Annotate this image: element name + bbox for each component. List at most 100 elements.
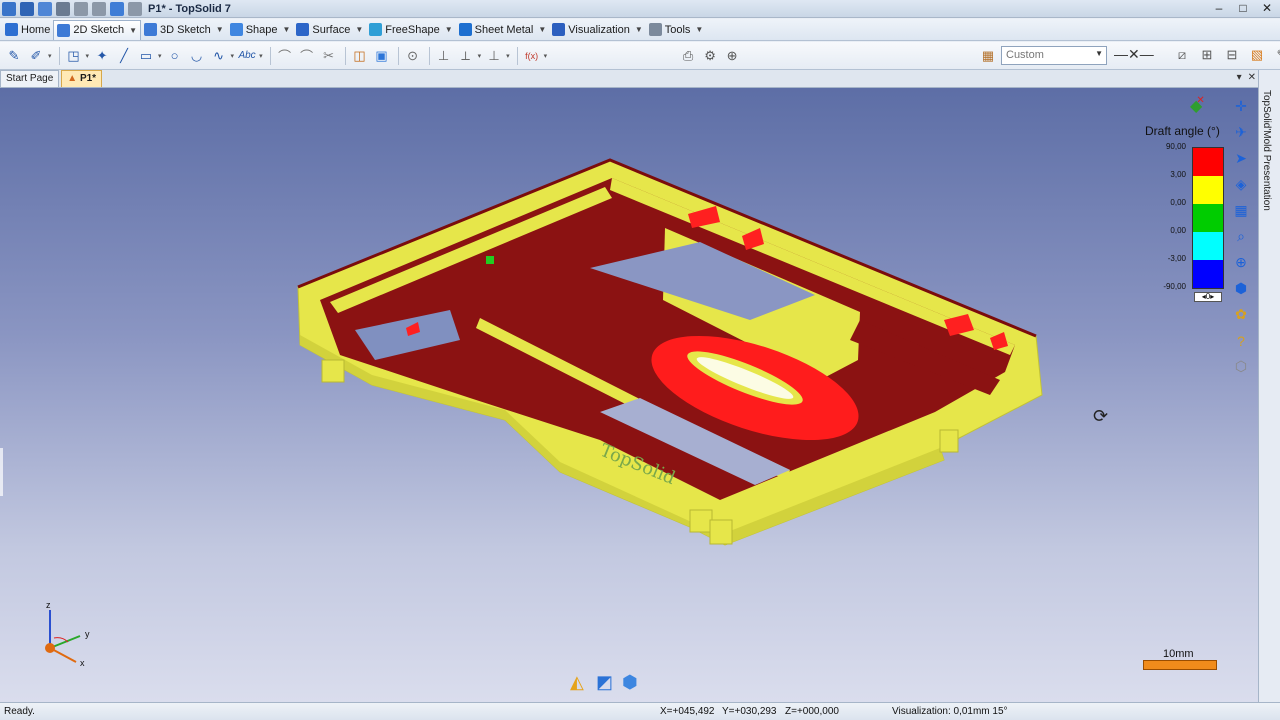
chevron-down-icon[interactable]: ▼: [695, 25, 703, 34]
pencil-icon[interactable]: ✎: [4, 46, 24, 66]
legend-color-band: [1193, 260, 1223, 288]
chevron-down-icon[interactable]: ▼: [538, 25, 546, 34]
tab-sheet-metal[interactable]: Sheet Metal ▼: [456, 20, 550, 40]
paint-icon[interactable]: ▧: [1247, 45, 1267, 65]
legend-value: 0,00: [1170, 198, 1186, 207]
edit-icon[interactable]: [110, 1, 124, 16]
offset-icon[interactable]: ◫: [350, 46, 370, 66]
measure-icon[interactable]: ⊙: [403, 46, 423, 66]
part-icon: ▲: [67, 73, 78, 84]
redo-icon[interactable]: [92, 1, 106, 16]
shaded-view-icon[interactable]: ⬢: [1230, 278, 1252, 299]
side-panel-label[interactable]: TopSolid'Mold Presentation: [1261, 90, 1272, 211]
tab-freeshape[interactable]: FreeShape ▼: [366, 20, 455, 40]
grid-icon[interactable]: ⊞: [1197, 45, 1217, 65]
explode-view-icon[interactable]: ◩: [596, 672, 618, 694]
zoom-icon[interactable]: ⊕: [722, 46, 742, 66]
legend-title: Draft angle (°): [1145, 124, 1220, 138]
tab-surface[interactable]: Surface ▼: [293, 20, 366, 40]
brush-icon[interactable]: ✎: [1272, 45, 1280, 65]
tab-label: Surface: [312, 23, 351, 36]
arc-icon[interactable]: ◡: [187, 46, 207, 66]
pattern-icon[interactable]: ⊟: [1222, 45, 1242, 65]
chamfer-icon[interactable]: ⌒: [297, 46, 317, 66]
point-icon[interactable]: ✦: [92, 46, 112, 66]
tab-tools[interactable]: Tools ▼: [646, 20, 707, 40]
constraint-icon[interactable]: ⊥: [434, 46, 454, 66]
legend-range-control[interactable]: ◂0▸: [1194, 292, 1222, 302]
chevron-down-icon[interactable]: ▼: [355, 25, 363, 34]
dimension-icon[interactable]: ⟂: [456, 46, 476, 66]
camera-icon[interactable]: ⎙: [678, 46, 698, 66]
zoom-window-icon[interactable]: ⌕: [1230, 226, 1252, 247]
tab-home[interactable]: Home: [2, 20, 53, 40]
style-select[interactable]: Custom ▼: [1001, 46, 1107, 65]
text-icon[interactable]: Abc: [237, 46, 257, 66]
line-icon[interactable]: ╱: [114, 46, 134, 66]
refresh-icon[interactable]: [128, 1, 142, 16]
trim-icon[interactable]: ✂: [319, 46, 339, 66]
view-left-icon[interactable]: ➤: [1230, 148, 1252, 169]
view-top-icon[interactable]: ✈: [1230, 122, 1252, 143]
line-style-icon[interactable]: —✕—: [1114, 46, 1154, 63]
tab-shape[interactable]: Shape ▼: [227, 20, 294, 40]
tab-2d-sketch[interactable]: 2D Sketch ▼: [53, 19, 142, 40]
chevron-down-icon[interactable]: ▼: [445, 25, 453, 34]
spline-icon[interactable]: ∿: [209, 46, 229, 66]
chevron-right-icon[interactable]: ▸: [1210, 292, 1214, 301]
tab-start-page[interactable]: Start Page: [0, 70, 60, 87]
hatch-icon[interactable]: ⧄: [1172, 45, 1192, 65]
help-icon[interactable]: ?: [1230, 330, 1252, 351]
circle-icon[interactable]: ○: [165, 46, 185, 66]
tab-label: Visualization: [568, 23, 630, 36]
print-icon[interactable]: [56, 1, 70, 16]
fillet-icon[interactable]: ⌒: [275, 46, 295, 66]
view-front-icon[interactable]: ✛: [1230, 96, 1252, 117]
view-grid-icon[interactable]: ▦: [1230, 200, 1252, 221]
tab-p1[interactable]: ▲ P1*: [61, 70, 103, 87]
draft-analysis-icon[interactable]: ◆✕: [1190, 95, 1211, 116]
cube-view-icon[interactable]: ⬢: [622, 672, 644, 694]
legend-color-band: [1193, 148, 1223, 176]
tab-label: Shape: [245, 23, 278, 36]
tab-list-icon[interactable]: ▾: [1237, 72, 1242, 83]
formula-icon[interactable]: f(x): [522, 46, 542, 66]
rectangle-icon[interactable]: ▭: [136, 46, 156, 66]
legend-value: 0,00: [1170, 226, 1186, 235]
3d-viewport[interactable]: TopSolid ⟳: [0, 88, 1258, 702]
tab-visualization[interactable]: Visualization ▼: [549, 20, 645, 40]
zoom-dynamic-icon[interactable]: ⊕: [1230, 252, 1252, 273]
coord-z: Z=+000,000: [785, 706, 839, 717]
chevron-down-icon[interactable]: ▼: [216, 25, 224, 34]
hidden-view-icon[interactable]: ⬡: [1230, 356, 1252, 377]
chevron-down-icon[interactable]: ▼: [129, 26, 137, 35]
palette-icon[interactable]: ✿: [1230, 304, 1252, 325]
axis-x-label: x: [80, 658, 85, 668]
close-document-icon[interactable]: ✕: [1248, 72, 1256, 83]
maximize-button[interactable]: □: [1236, 1, 1250, 15]
status-bar: Ready. X=+045,492 Y=+030,293 Z=+000,000 …: [0, 702, 1280, 720]
minimize-button[interactable]: –: [1212, 1, 1226, 15]
tab-icon: [369, 23, 383, 36]
mold-part-model[interactable]: [0, 88, 1258, 702]
section-view-icon[interactable]: ◭: [570, 672, 592, 694]
camera-settings-icon[interactable]: ⚙: [700, 46, 720, 66]
tab-3d-sketch[interactable]: 3D Sketch ▼: [141, 20, 227, 40]
legend-value: 90,00: [1165, 142, 1186, 151]
save-all-icon[interactable]: [38, 1, 52, 16]
chevron-down-icon[interactable]: ▼: [283, 25, 291, 34]
project-icon[interactable]: ▣: [372, 46, 392, 66]
rectangle-sketch-icon[interactable]: ◳: [64, 46, 84, 66]
app-menu-icon[interactable]: [2, 1, 16, 16]
chevron-down-icon[interactable]: ▼: [635, 25, 643, 34]
status-message: Ready.: [4, 706, 35, 717]
close-button[interactable]: ✕: [1260, 1, 1274, 15]
style-icon[interactable]: ▦: [978, 46, 998, 66]
tab-label: Sheet Metal: [474, 23, 534, 36]
view-iso-icon[interactable]: ◈: [1230, 174, 1252, 195]
undo-icon[interactable]: [74, 1, 88, 16]
multi-pencil-icon[interactable]: ✐: [26, 46, 46, 66]
legend-value: -90,00: [1163, 282, 1186, 291]
save-icon[interactable]: [20, 1, 34, 16]
align-icon[interactable]: ⊥: [484, 46, 504, 66]
